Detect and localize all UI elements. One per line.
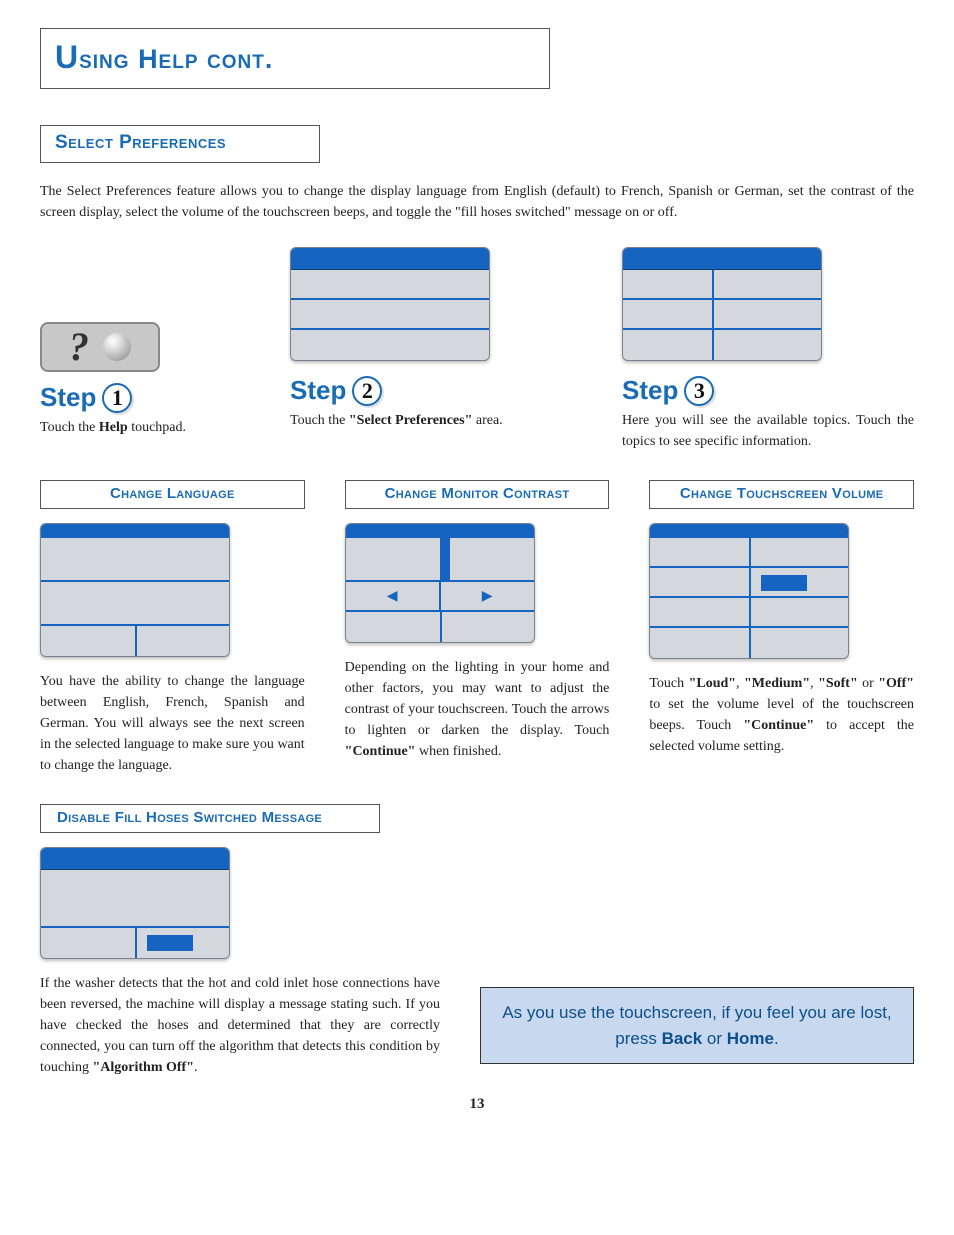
- step-word: Step: [290, 375, 346, 406]
- step-1-number: 1: [102, 383, 132, 413]
- step-2-label: Step 2: [290, 375, 582, 406]
- left-triangle-icon: ◀: [387, 588, 398, 605]
- section-title: Select Preferences: [55, 132, 305, 154]
- step-2-column: Step 2 Touch the "Select Preferences" ar…: [290, 247, 582, 452]
- language-panel: [40, 523, 230, 657]
- t: or: [702, 1029, 727, 1048]
- page-number: 13: [40, 1096, 914, 1113]
- fill-hoses-title: Disable Fill Hoses Switched Message: [40, 804, 380, 833]
- fill-hoses-column: Disable Fill Hoses Switched Message If t…: [40, 804, 440, 1078]
- change-volume-column: Change Touchscreen Volume Touch "Loud", …: [649, 480, 914, 776]
- step-1-column: ? Step 1 Touch the Help touchpad.: [40, 247, 250, 452]
- step-3-label: Step 3: [622, 375, 914, 406]
- tip-box: As you use the touchscreen, if you feel …: [480, 987, 914, 1064]
- volume-selected-indicator: [761, 575, 807, 591]
- t: ,: [810, 676, 818, 691]
- page-title: Using Help cont.: [55, 39, 535, 76]
- step-2-number: 2: [352, 376, 382, 406]
- t: .: [194, 1060, 198, 1075]
- contrast-left-arrow[interactable]: ◀: [346, 582, 439, 610]
- topics-row: Change Language You have the ability to …: [40, 480, 914, 776]
- step-3-text: Here you will see the available topics. …: [622, 410, 914, 452]
- change-language-column: Change Language You have the ability to …: [40, 480, 305, 776]
- change-language-text: You have the ability to change the langu…: [40, 671, 305, 776]
- algorithm-off-indicator: [147, 935, 193, 951]
- t: .: [774, 1029, 779, 1048]
- change-contrast-text: Depending on the lighting in your home a…: [345, 657, 610, 762]
- page-title-text: sing Help cont.: [79, 44, 273, 74]
- tip-wrapper: As you use the touchscreen, if you feel …: [480, 804, 914, 1064]
- step-word: Step: [40, 382, 96, 413]
- t: "Algorithm Off": [93, 1060, 194, 1075]
- change-contrast-title: Change Monitor Contrast: [345, 480, 610, 509]
- help-icon: ?: [40, 322, 160, 372]
- contrast-right-arrow[interactable]: ▶: [439, 582, 534, 610]
- step-3-number: 3: [684, 376, 714, 406]
- t: "Select Preferences": [349, 413, 472, 428]
- t: "Off": [878, 676, 914, 691]
- intro-paragraph: The Select Preferences feature allows yo…: [40, 181, 914, 223]
- change-contrast-column: Change Monitor Contrast ◀ ▶ Depending on…: [345, 480, 610, 776]
- t: ,: [736, 676, 744, 691]
- step-1-label: Step 1: [40, 382, 250, 413]
- contrast-panel: ◀ ▶: [345, 523, 535, 643]
- t: Touch the: [290, 413, 349, 428]
- indicator-dot-icon: [103, 333, 131, 361]
- steps-row: ? Step 1 Touch the Help touchpad. Step 2…: [40, 247, 914, 452]
- right-triangle-icon: ▶: [482, 588, 493, 605]
- question-mark-icon: ?: [69, 327, 89, 367]
- t: "Continue": [743, 718, 814, 733]
- t: Home: [727, 1029, 774, 1048]
- t: touchpad.: [128, 420, 186, 435]
- select-preferences-panel: [290, 247, 490, 361]
- step-word: Step: [622, 375, 678, 406]
- section-title-box: Select Preferences: [40, 125, 320, 163]
- step-3-column: Step 3 Here you will see the available t…: [622, 247, 914, 452]
- fill-hoses-row: Disable Fill Hoses Switched Message If t…: [40, 804, 914, 1078]
- page-title-box: Using Help cont.: [40, 28, 550, 89]
- t: Touch the: [40, 420, 99, 435]
- t: Depending on the lighting in your home a…: [345, 660, 610, 738]
- t: area.: [472, 413, 502, 428]
- t: or: [858, 676, 879, 691]
- help-touchpad-illustration: ?: [40, 247, 250, 382]
- t: when finished.: [415, 744, 501, 759]
- t: Back: [662, 1029, 703, 1048]
- step-1-text: Touch the Help touchpad.: [40, 417, 250, 438]
- fill-hoses-panel: [40, 847, 230, 959]
- change-volume-text: Touch "Loud", "Medium", "Soft" or "Off" …: [649, 673, 914, 757]
- topics-panel: [622, 247, 822, 361]
- t: Touch: [649, 676, 688, 691]
- t: Help: [99, 420, 128, 435]
- t: "Medium": [744, 676, 810, 691]
- t: "Loud": [689, 676, 736, 691]
- volume-panel: [649, 523, 849, 659]
- change-language-title: Change Language: [40, 480, 305, 509]
- step-2-text: Touch the "Select Preferences" area.: [290, 410, 582, 431]
- change-volume-title: Change Touchscreen Volume: [649, 480, 914, 509]
- fill-hoses-text: If the washer detects that the hot and c…: [40, 973, 440, 1078]
- t: "Soft": [818, 676, 858, 691]
- t: "Continue": [345, 744, 416, 759]
